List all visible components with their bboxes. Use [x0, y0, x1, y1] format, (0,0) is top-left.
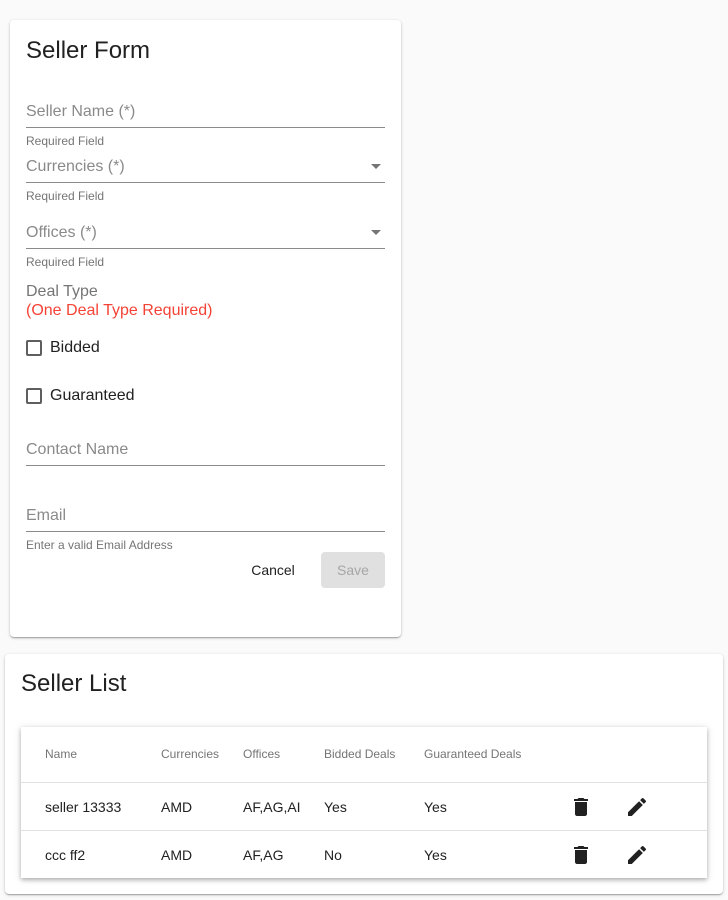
deal-type-error: (One Deal Type Required) — [26, 302, 213, 319]
offices-field[interactable]: Offices (*) Required Field — [26, 217, 385, 269]
email-field[interactable]: Email Enter a valid Email Address — [26, 500, 385, 552]
cell-name: seller 13333 — [45, 799, 122, 815]
currencies-field[interactable]: Currencies (*) Required Field — [26, 151, 385, 203]
cell-currencies: AMD — [161, 847, 193, 863]
seller-list-title: Seller List — [21, 670, 127, 697]
cell-offices: AF,AG — [243, 847, 284, 863]
currencies-select[interactable]: Currencies (*) — [26, 151, 385, 183]
seller-name-label: Seller Name (*) — [26, 103, 136, 120]
currencies-dropdown-arrow-icon[interactable] — [371, 164, 381, 169]
seller-list-card: Seller List Name Currencies Offices Bidd… — [5, 654, 723, 894]
seller-form-card: Seller Form Seller Name (*) Required Fie… — [10, 20, 401, 637]
column-header-guaranteed-deals: Guaranteed Deals — [424, 747, 522, 761]
table-row: seller 13333 AMD AF,AG,AI Yes Yes — [21, 783, 707, 831]
deal-type-group: Deal Type (One Deal Type Required) — [26, 282, 212, 320]
seller-name-helper: Required Field — [26, 134, 105, 148]
save-button[interactable]: Save — [321, 552, 385, 588]
cell-bidded-deals: Yes — [324, 799, 347, 815]
currencies-label: Currencies (*) — [26, 158, 125, 175]
cancel-button[interactable]: Cancel — [240, 552, 306, 588]
column-header-offices: Offices — [243, 747, 281, 761]
edit-icon[interactable] — [625, 795, 649, 819]
guaranteed-checkbox[interactable] — [26, 388, 42, 404]
offices-dropdown-arrow-icon[interactable] — [371, 230, 381, 235]
deal-type-title: Deal Type — [26, 283, 98, 300]
seller-name-field[interactable]: Seller Name (*) Required Field — [26, 96, 385, 148]
guaranteed-checkbox-label[interactable]: Guaranteed — [50, 387, 135, 405]
seller-form-title: Seller Form — [26, 37, 151, 64]
cell-name: ccc ff2 — [45, 847, 86, 863]
bidded-checkbox-label[interactable]: Bidded — [50, 339, 100, 357]
column-header-name: Name — [45, 747, 78, 761]
delete-icon[interactable] — [569, 843, 593, 867]
currencies-helper: Required Field — [26, 189, 105, 203]
offices-select[interactable]: Offices (*) — [26, 217, 385, 249]
email-input[interactable]: Email — [26, 500, 385, 532]
email-label: Email — [26, 507, 67, 524]
column-header-bidded-deals: Bidded Deals — [324, 747, 396, 761]
seller-table: Name Currencies Offices Bidded Deals Gua… — [21, 727, 707, 878]
offices-label: Offices (*) — [26, 224, 97, 241]
edit-icon[interactable] — [625, 843, 649, 867]
contact-name-field[interactable]: Contact Name — [26, 434, 385, 466]
seller-name-input[interactable]: Seller Name (*) — [26, 96, 385, 128]
cell-currencies: AMD — [161, 799, 193, 815]
guaranteed-checkbox-row[interactable]: Guaranteed — [26, 387, 135, 405]
cell-offices: AF,AG,AI — [243, 799, 301, 815]
delete-icon[interactable] — [569, 795, 593, 819]
offices-helper: Required Field — [26, 255, 105, 269]
cell-guaranteed-deals: Yes — [424, 847, 447, 863]
email-helper: Enter a valid Email Address — [26, 538, 173, 552]
contact-name-label: Contact Name — [26, 441, 129, 458]
contact-name-input[interactable]: Contact Name — [26, 434, 385, 466]
column-header-currencies: Currencies — [161, 747, 220, 761]
bidded-checkbox-row[interactable]: Bidded — [26, 339, 100, 357]
cell-guaranteed-deals: Yes — [424, 799, 447, 815]
table-row: ccc ff2 AMD AF,AG No Yes — [21, 831, 707, 879]
cell-bidded-deals: No — [324, 847, 342, 863]
bidded-checkbox[interactable] — [26, 340, 42, 356]
